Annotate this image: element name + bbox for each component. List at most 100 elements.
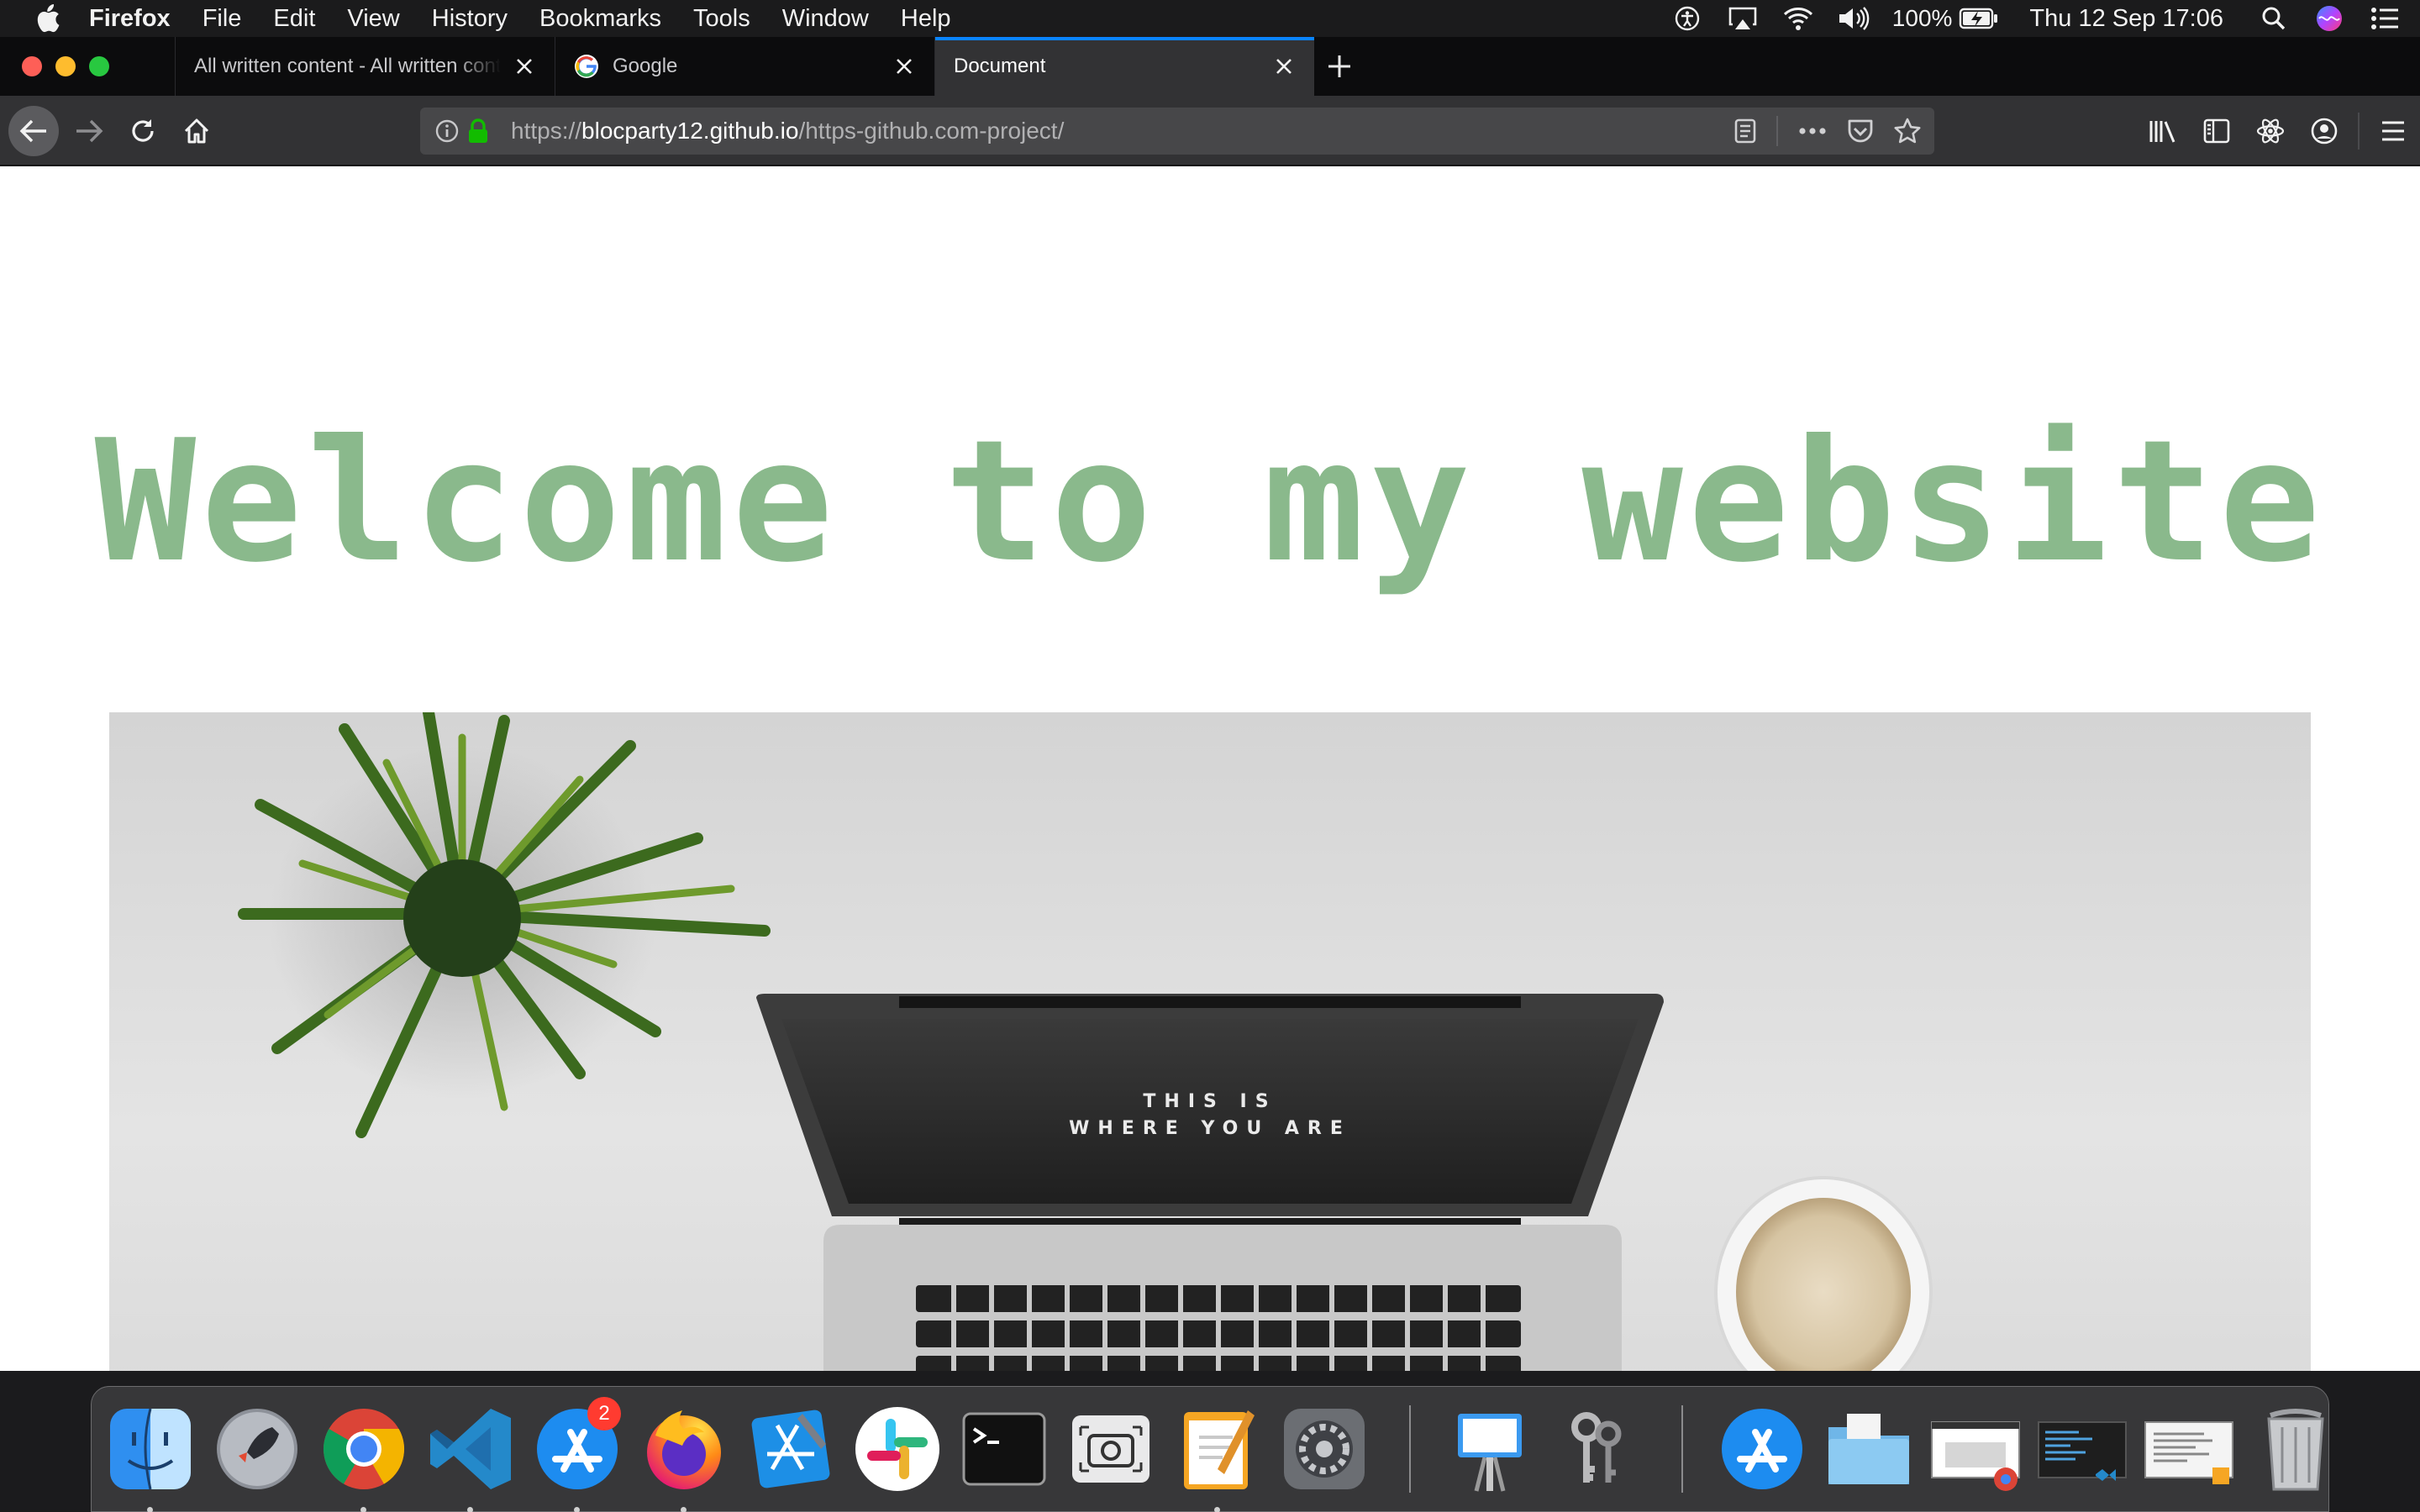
page-actions-menu-icon[interactable] <box>1798 127 1827 135</box>
slack-icon <box>855 1407 939 1491</box>
dock-window-thumbnail-document[interactable] <box>2142 1402 2236 1496</box>
menu-tools[interactable]: Tools <box>693 5 750 33</box>
window-close-button[interactable] <box>22 56 42 76</box>
dock-firefox[interactable] <box>637 1402 731 1512</box>
url-host: blocparty12.github.io <box>581 118 799 144</box>
dock-xcode[interactable] <box>744 1402 838 1496</box>
dock-vscode[interactable] <box>424 1402 518 1512</box>
dock-chrome[interactable] <box>317 1402 411 1512</box>
dock-app-store[interactable]: 2 <box>530 1397 624 1512</box>
tab-close-icon[interactable] <box>513 55 536 78</box>
react-devtools-extension-icon[interactable] <box>2244 104 2297 158</box>
keynote-icon <box>1458 1414 1522 1492</box>
toolbar-right <box>2136 96 2420 166</box>
pages-icon <box>1184 1410 1255 1489</box>
dock-slack[interactable] <box>850 1402 944 1496</box>
url-bar[interactable]: https://blocparty12.github.io/https-gith… <box>420 108 1934 155</box>
google-favicon-icon <box>575 55 598 78</box>
site-identity[interactable] <box>420 118 497 144</box>
dock-finder[interactable] <box>103 1402 197 1512</box>
tab-title: All written content - All written conten… <box>194 55 501 77</box>
tab-all-written-content[interactable]: All written content - All written conten… <box>175 37 555 96</box>
dock-keynote[interactable] <box>1443 1402 1537 1496</box>
battery-charging-icon[interactable] <box>1959 4 1999 33</box>
dock-window-thumbnail-vscode[interactable] <box>2035 1402 2129 1496</box>
tab-google[interactable]: Google <box>555 37 934 96</box>
dock-app-store-downloads[interactable] <box>1715 1402 1809 1496</box>
dock-pages[interactable] <box>1171 1402 1265 1512</box>
firefox-icon <box>647 1410 721 1489</box>
wifi-icon[interactable] <box>1781 4 1815 33</box>
menubar-clock[interactable]: Thu 12 Sep 17:06 <box>2029 5 2223 33</box>
dock-terminal[interactable] <box>957 1402 1051 1496</box>
system-preferences-gear-icon <box>1284 1409 1365 1489</box>
vscode-icon <box>430 1409 511 1489</box>
running-indicator <box>1214 1507 1220 1512</box>
sidebar-toggle-icon[interactable] <box>2190 104 2244 158</box>
siri-icon[interactable] <box>2312 4 2346 33</box>
menu-bookmarks[interactable]: Bookmarks <box>539 5 661 33</box>
menu-edit[interactable]: Edit <box>273 5 315 33</box>
menu-window[interactable]: Window <box>782 5 869 33</box>
airplay-icon[interactable] <box>1726 4 1760 33</box>
tab-title: Document <box>954 55 1046 77</box>
lock-icon[interactable] <box>467 118 489 144</box>
tab-close-icon[interactable] <box>1272 55 1296 78</box>
reader-view-icon[interactable] <box>1734 118 1756 144</box>
menu-view[interactable]: View <box>347 5 399 33</box>
navigation-toolbar: https://blocparty12.github.io/https-gith… <box>0 96 2420 166</box>
dock-window-thumbnail-chrome[interactable] <box>1928 1402 2023 1496</box>
url-path: /https-github.com-project/ <box>798 118 1065 144</box>
running-indicator <box>681 1507 687 1512</box>
home-icon <box>184 118 209 144</box>
dock-trash[interactable] <box>2249 1402 2343 1496</box>
laptop-screen-line1: THIS IS <box>1143 1091 1276 1112</box>
url-scheme: https:// <box>511 118 582 144</box>
forward-button[interactable] <box>64 106 114 156</box>
chrome-icon <box>323 1409 405 1489</box>
menu-file[interactable]: File <box>203 5 242 33</box>
notification-badge: 2 <box>587 1397 621 1431</box>
apple-logo-icon[interactable] <box>34 4 60 33</box>
screenshot-camera-icon <box>1072 1415 1150 1483</box>
window-thumbnail-icon <box>1931 1421 2020 1491</box>
dock-downloads-folder[interactable] <box>1822 1402 1916 1496</box>
library-icon[interactable] <box>2136 104 2190 158</box>
reload-button[interactable] <box>118 106 168 156</box>
accessibility-icon[interactable] <box>1670 4 1704 33</box>
bookmark-star-icon[interactable] <box>1894 118 1921 144</box>
window-zoom-button[interactable] <box>89 56 109 76</box>
back-button[interactable] <box>8 106 59 156</box>
firefox-account-icon[interactable] <box>2297 104 2351 158</box>
dock-divider <box>1409 1405 1411 1493</box>
home-button[interactable] <box>171 106 222 156</box>
menu-history[interactable]: History <box>432 5 508 33</box>
hamburger-menu-icon[interactable] <box>2366 104 2420 158</box>
pocket-icon[interactable] <box>1847 118 1874 144</box>
info-icon[interactable] <box>435 119 459 143</box>
reload-icon <box>132 119 154 142</box>
dock-system-preferences[interactable] <box>1277 1402 1371 1496</box>
volume-icon[interactable] <box>1837 4 1870 33</box>
dock-keychain-access[interactable] <box>1549 1402 1644 1496</box>
tab-document[interactable]: Document <box>934 37 1314 96</box>
url-text[interactable]: https://blocparty12.github.io/https-gith… <box>511 118 1064 144</box>
dock-screenshot[interactable] <box>1064 1402 1158 1496</box>
window-minimize-button[interactable] <box>55 56 76 76</box>
terminal-icon <box>962 1412 1046 1486</box>
running-indicator <box>574 1507 580 1512</box>
laptop-image: THIS IS WHERE YOU ARE <box>756 994 1664 1371</box>
menu-app-name[interactable]: Firefox <box>89 5 171 33</box>
dock-launchpad[interactable] <box>210 1402 304 1496</box>
tab-close-icon[interactable] <box>892 55 916 78</box>
new-tab-button[interactable] <box>1314 37 1365 96</box>
page-content: Welcome to my website THIS IS WHERE YOU … <box>0 166 2420 1371</box>
tab-strip: All written content - All written conten… <box>0 37 2420 96</box>
menu-help[interactable]: Help <box>901 5 951 33</box>
coffee-cup-image <box>1714 1176 1933 1371</box>
spotlight-search-icon[interactable] <box>2257 4 2291 33</box>
running-indicator <box>467 1507 473 1512</box>
folder-icon <box>1828 1414 1909 1484</box>
url-actions-divider <box>1776 116 1778 146</box>
notification-center-icon[interactable] <box>2368 4 2402 33</box>
